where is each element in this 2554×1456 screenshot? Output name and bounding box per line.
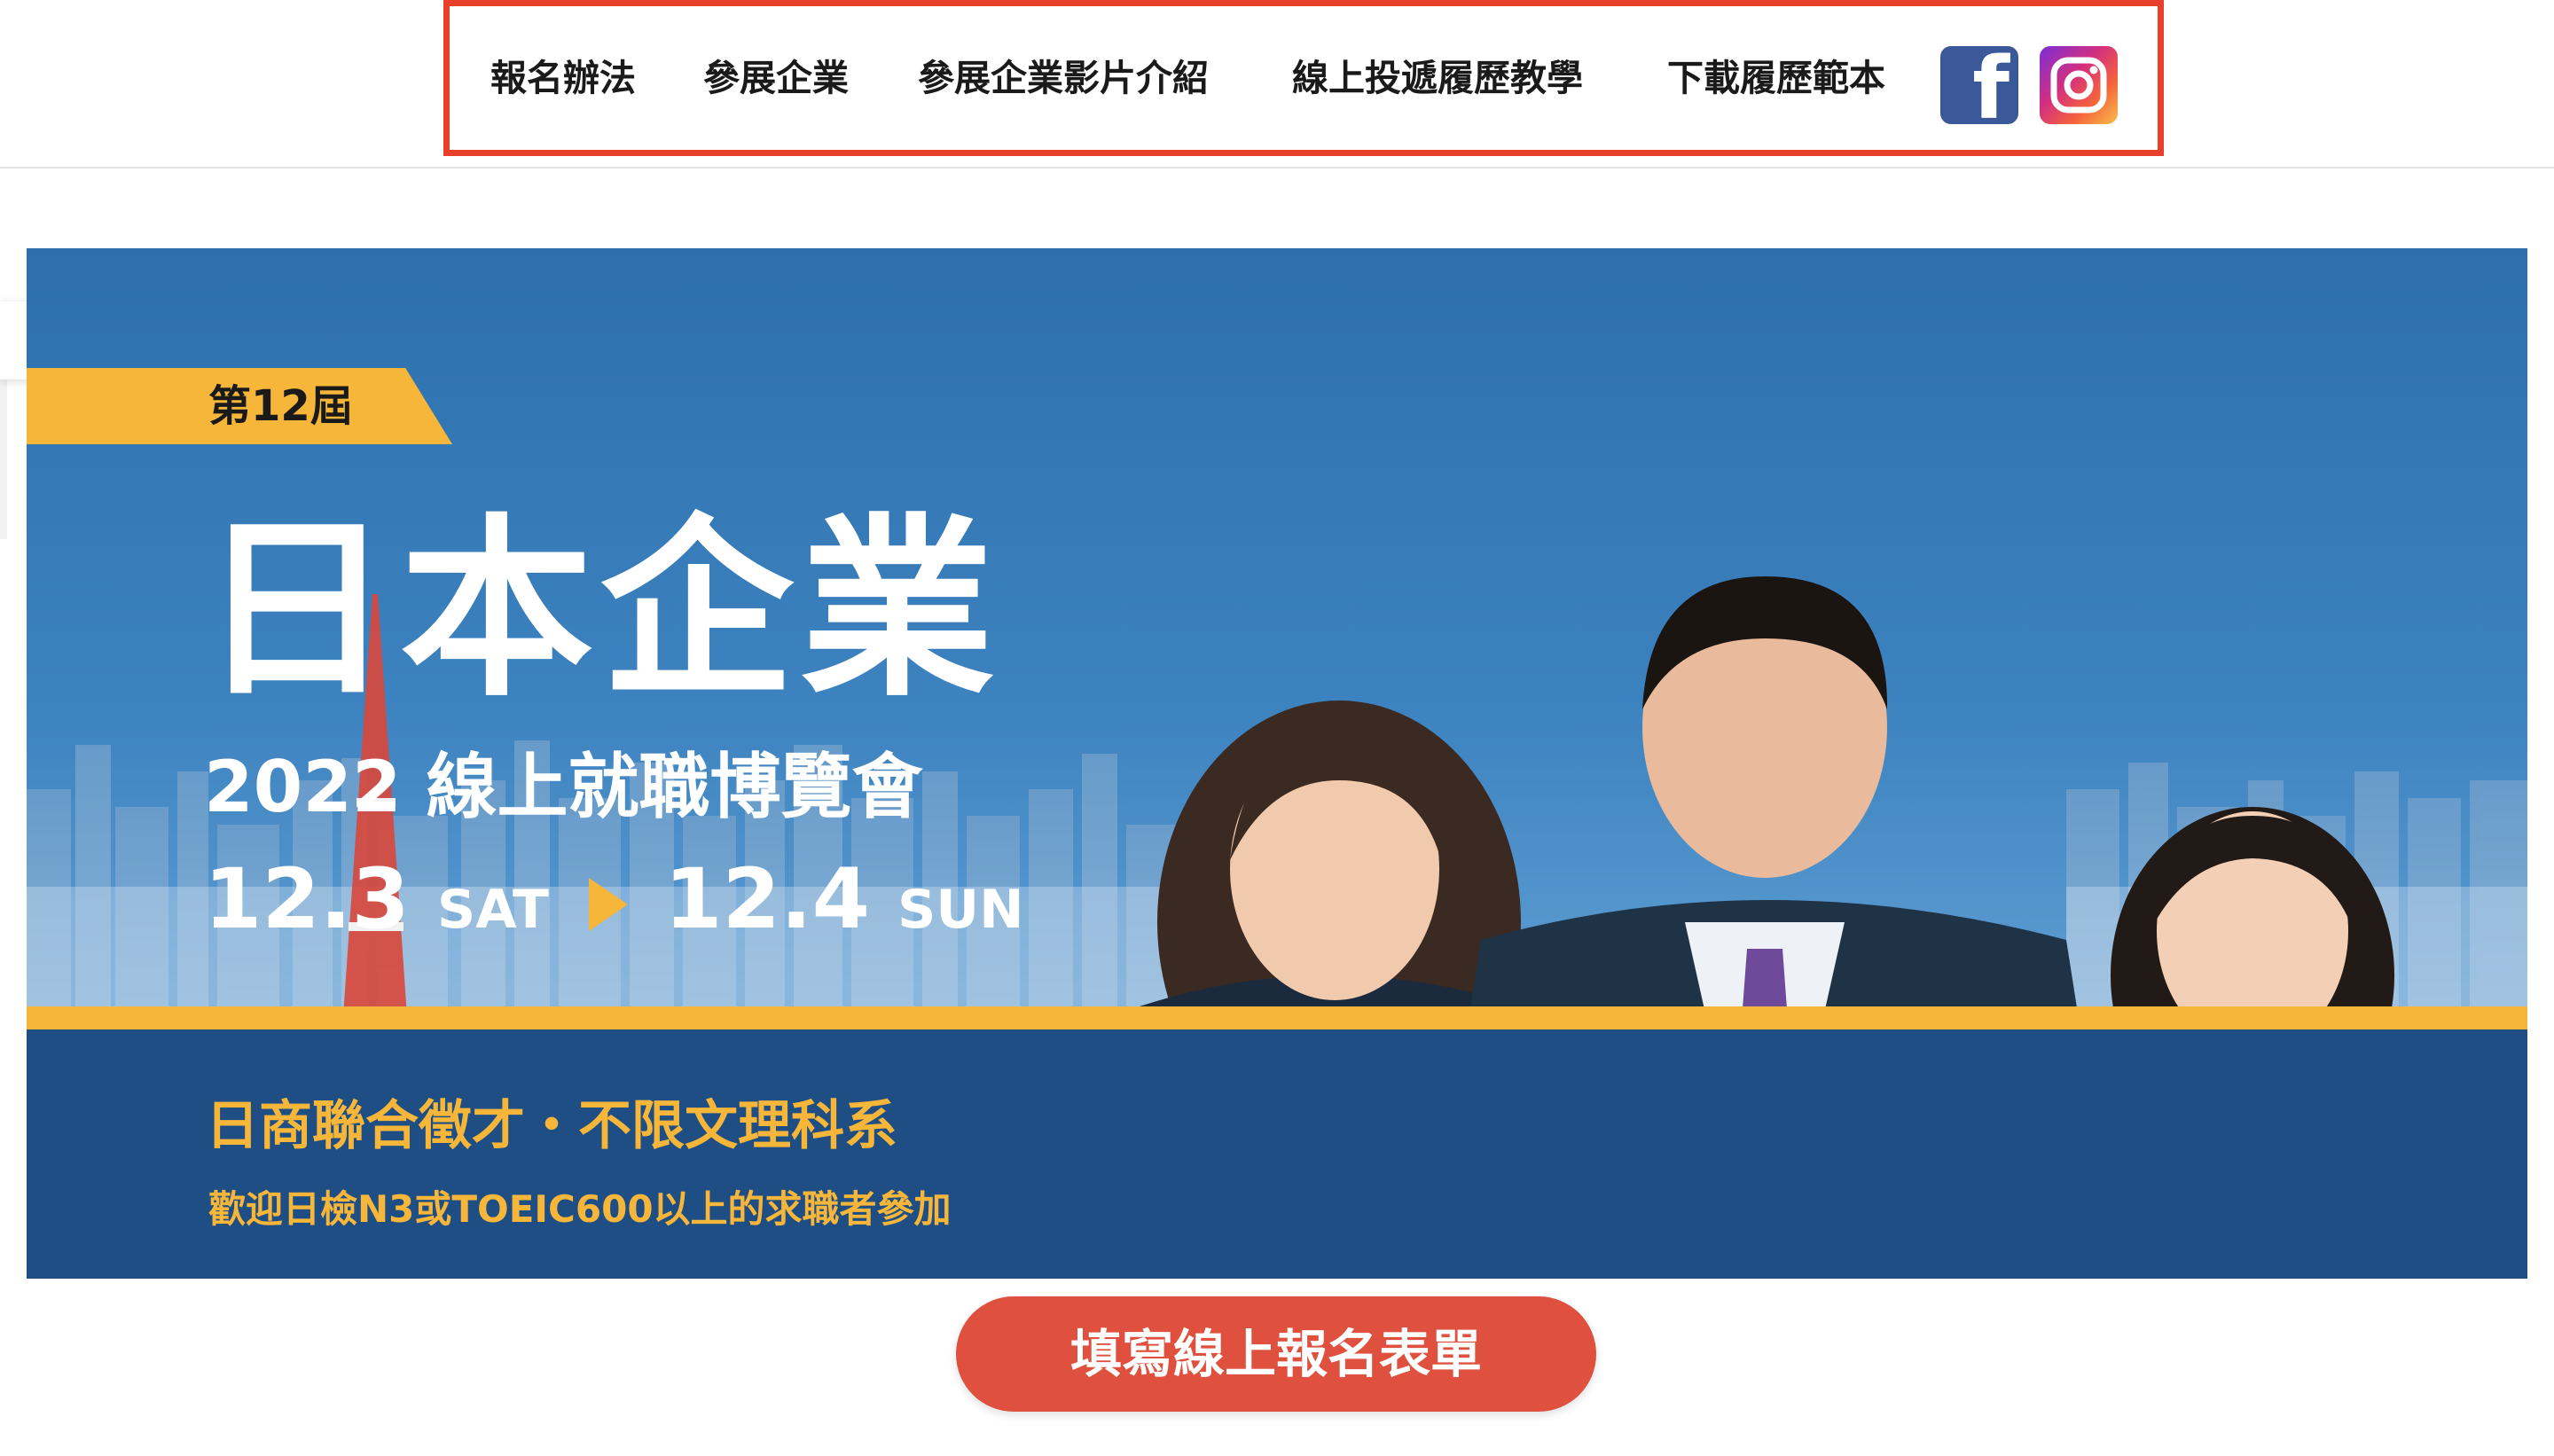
side-rail [0, 380, 7, 539]
site-header: 報名辦法 參展企業 參展企業影片介紹 線上投遞履歷教學 下載履歷範本 f [0, 0, 2554, 168]
header-divider [0, 167, 2554, 168]
end-day: SUN [897, 879, 1024, 941]
banner-eligibility: 歡迎日檢N3或TOEIC600以上的求職者參加 [208, 1187, 952, 1231]
end-date: 12.4 [664, 851, 871, 948]
banner-title: 日本企業 [200, 498, 1001, 723]
hero-banner: 第12屆 日本企業 2022 線上就職博覽會 12.3 SAT 12.4 SUN… [27, 248, 2527, 1279]
nav-highlight-box [443, 0, 2164, 156]
banner-tagline: 日商聯合徵才・不限文理科系 [206, 1095, 897, 1157]
arrow-right-icon [589, 878, 629, 931]
register-form-button[interactable]: 填寫線上報名表單 [956, 1296, 1596, 1412]
event-dates: 12.3 SAT 12.4 SUN [204, 858, 1024, 942]
edition-label: 第12屆 [208, 381, 353, 431]
banner-subtitle: 2022 線上就職博覽會 [204, 746, 923, 828]
start-day: SAT [437, 879, 549, 941]
edition-badge: 第12屆 [27, 368, 452, 444]
start-date: 12.3 [204, 851, 410, 948]
gold-divider [27, 1006, 2527, 1029]
